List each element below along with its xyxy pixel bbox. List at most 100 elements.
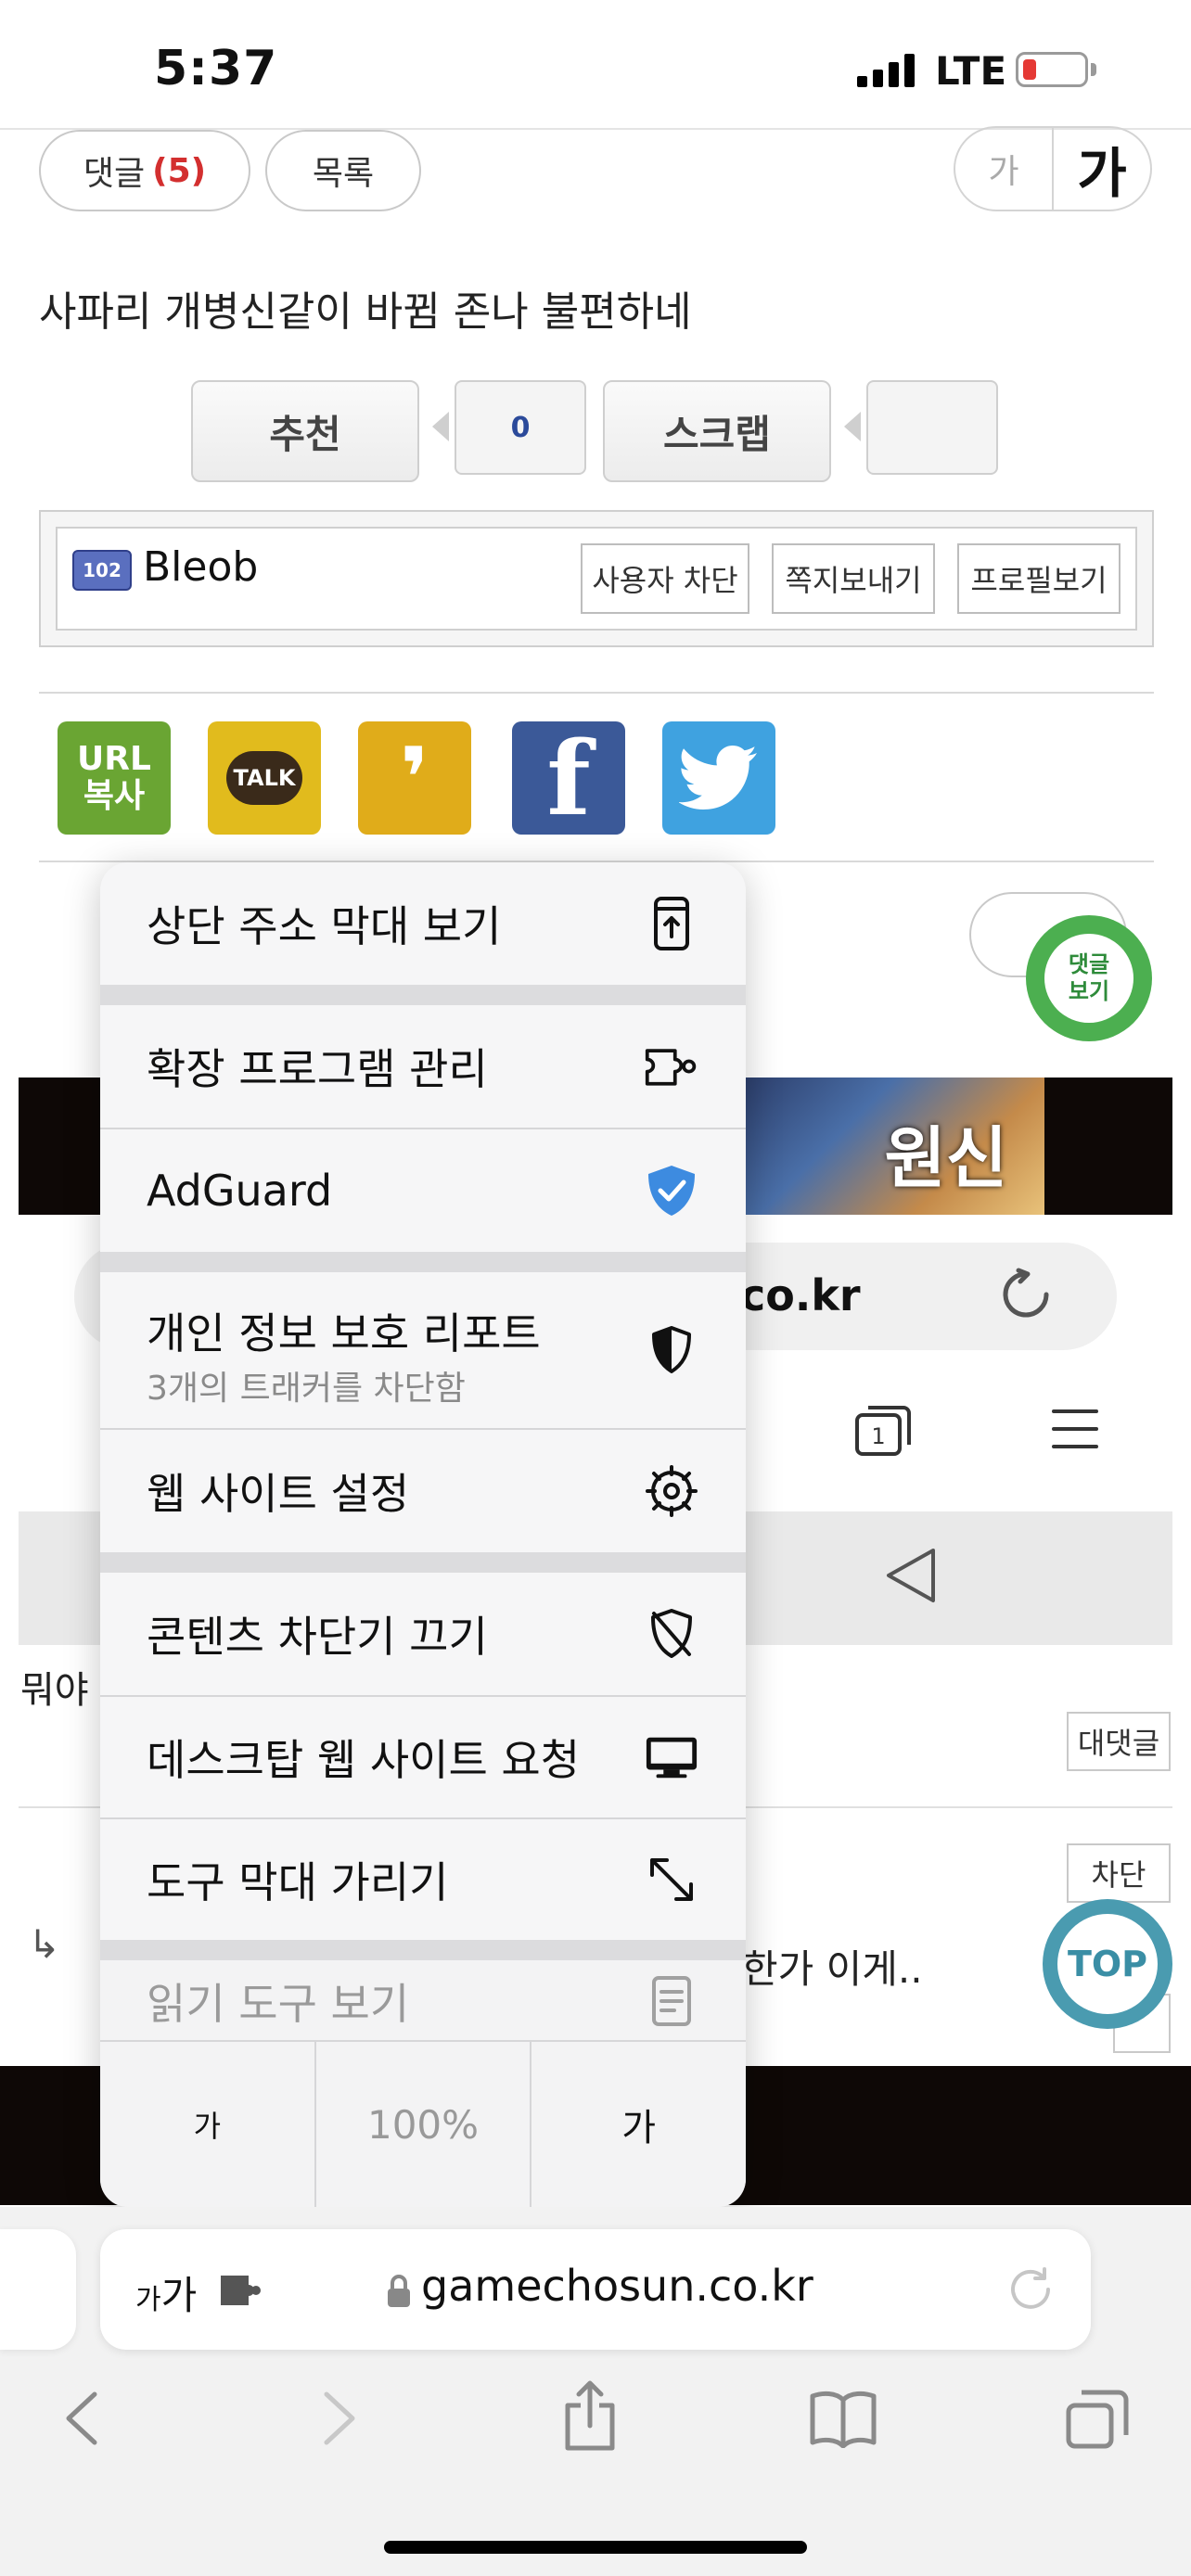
menu-item-adguard[interactable]: AdGuard: [100, 1129, 746, 1252]
menu-item-manage-extensions[interactable]: 확장 프로그램 관리: [100, 1005, 746, 1128]
hamburger-menu-icon[interactable]: [1052, 1406, 1098, 1456]
comment-fab-line2: 보기: [1068, 978, 1110, 1004]
svg-text:1: 1: [871, 1423, 885, 1449]
facebook-share-button[interactable]: f: [512, 719, 625, 838]
forward-icon[interactable]: [319, 2389, 360, 2452]
menu-item-website-settings[interactable]: 웹 사이트 설정: [100, 1430, 746, 1552]
aa-large: 가: [160, 2273, 198, 2318]
comment-view-fab[interactable]: 댓글 보기: [1026, 915, 1152, 1041]
recommend-count: 0: [455, 380, 586, 475]
kakaotalk-share-button[interactable]: TALK: [208, 721, 321, 835]
menu-gap: [100, 1940, 746, 1960]
scrap-button[interactable]: 스크랩: [603, 380, 831, 482]
menu-item-label: 콘텐츠 차단기 끄기: [147, 1612, 488, 1662]
view-profile-button[interactable]: 프로필보기: [957, 543, 1121, 614]
battery-icon: [1016, 52, 1088, 87]
talk-bubble-icon: TALK: [226, 751, 302, 805]
menu-item-label: 확장 프로그램 관리: [147, 1044, 488, 1094]
address-url: gamechosun.co.kr: [421, 2261, 813, 2311]
game-ad-banner[interactable]: 원신: [742, 1078, 1044, 1215]
network-label: LTE: [935, 48, 1007, 94]
font-small-button[interactable]: 가: [955, 128, 1054, 210]
url-copy-line2: 복사: [83, 777, 146, 815]
menu-gap: [100, 1252, 746, 1272]
back-icon[interactable]: [61, 2389, 102, 2452]
menu-gap: [100, 1552, 746, 1573]
zoom-controls: 가 100% 가: [100, 2042, 746, 2207]
scroll-top-fab[interactable]: TOP: [1043, 1899, 1172, 2029]
status-time: 5:37: [154, 41, 278, 96]
comment-text: 뭐야: [20, 1669, 89, 1712]
scrap-label: 스크랩: [663, 411, 771, 457]
comment-fab-line1: 댓글: [1068, 951, 1110, 978]
extension-puzzle-icon: [644, 1039, 699, 1094]
comment-text: 한가 이게..: [742, 1946, 923, 1992]
menu-item-sublabel: 3개의 트래커를 차단함: [147, 1370, 466, 1408]
send-message-button[interactable]: 쪽지보내기: [772, 543, 935, 614]
menu-item-hide-toolbar[interactable]: 도구 막대 가리기: [100, 1819, 746, 1940]
menu-item-label: 상단 주소 막대 보기: [147, 901, 502, 951]
kakaostory-share-button[interactable]: ❜: [358, 721, 471, 835]
comment-button[interactable]: 댓글 (5): [39, 130, 250, 211]
page-settings-button[interactable]: 가가: [135, 2264, 197, 2321]
block-comment-button[interactable]: 차단: [1067, 1843, 1171, 1903]
zoom-out-button[interactable]: 가: [100, 2042, 316, 2207]
extension-puzzle-icon: [219, 2272, 263, 2313]
expand-arrows-icon: [644, 1852, 699, 1907]
url-copy-line1: URL: [77, 740, 151, 779]
arrow-decor: [432, 412, 449, 441]
reload-icon[interactable]: [998, 1267, 1054, 1326]
tabs-icon[interactable]: 1: [853, 1402, 913, 1461]
tabs-overview-icon[interactable]: [1065, 2389, 1130, 2454]
inpage-url-text: co.kr: [740, 1270, 861, 1320]
reload-icon[interactable]: [1007, 2266, 1054, 2316]
comment-view-fab-inner: 댓글 보기: [1044, 934, 1133, 1023]
menu-item-label: 개인 정보 보호 리포트: [147, 1308, 541, 1358]
back-triangle-icon[interactable]: [885, 1547, 937, 1608]
signal-icon: [857, 52, 922, 87]
page-menu-popup: 상단 주소 막대 보기 확장 프로그램 관리 AdGuard 개인 정보 보호 …: [100, 862, 746, 2207]
reader-icon: [644, 1973, 699, 2029]
post-body: 사파리 개병신같이 바뀜 존나 불편하네: [39, 288, 692, 336]
url-copy-button[interactable]: URL 복사: [58, 721, 171, 835]
privacy-shield-icon: [644, 1322, 699, 1378]
menu-item-label: AdGuard: [147, 1166, 333, 1216]
aa-small: 가: [135, 2284, 161, 2316]
zoom-in-button[interactable]: 가: [531, 2042, 746, 2207]
lock-icon: [386, 2274, 412, 2313]
adguard-shield-icon: [644, 1163, 699, 1218]
reply-arrow-icon: ↳: [28, 1921, 61, 1967]
list-button[interactable]: 목록: [265, 130, 421, 211]
twitter-share-button[interactable]: [662, 721, 775, 835]
font-size-toggle: 가 가: [954, 126, 1152, 211]
desktop-icon: [644, 1729, 699, 1785]
font-large-button[interactable]: 가: [1054, 128, 1150, 210]
recommend-button[interactable]: 추천: [191, 380, 419, 482]
menu-item-request-desktop-site[interactable]: 데스크탑 웹 사이트 요청: [100, 1697, 746, 1817]
menu-item-label: 도구 막대 가리기: [147, 1857, 449, 1907]
share-icon[interactable]: [560, 2379, 620, 2457]
menu-item-label: 데스크탑 웹 사이트 요청: [147, 1735, 581, 1785]
previous-tab-edge[interactable]: [0, 2229, 76, 2350]
username[interactable]: Bleob: [143, 543, 258, 591]
block-user-button[interactable]: 사용자 차단: [581, 543, 749, 614]
divider: [39, 692, 1154, 694]
menu-item-disable-content-blockers[interactable]: 콘텐츠 차단기 끄기: [100, 1573, 746, 1695]
menu-item-show-reader: 읽기 도구 보기: [100, 1960, 746, 2042]
menu-item-show-top-address-bar[interactable]: 상단 주소 막대 보기: [100, 862, 746, 985]
menu-item-privacy-report[interactable]: 개인 정보 보호 리포트 3개의 트래커를 차단함: [100, 1272, 746, 1428]
menu-item-label: 웹 사이트 설정: [147, 1469, 410, 1519]
bookmarks-icon[interactable]: [809, 2389, 877, 2452]
zoom-level[interactable]: 100%: [316, 2042, 532, 2207]
reply-button[interactable]: 대댓글: [1067, 1712, 1171, 1771]
home-indicator: [384, 2541, 807, 2554]
recommend-label: 추천: [269, 411, 341, 457]
comma-icon: ❜: [400, 729, 429, 827]
comment-button-label: 댓글: [83, 155, 146, 193]
address-bar-top-icon: [644, 896, 699, 951]
arrow-decor: [844, 412, 861, 441]
shield-slash-icon: [644, 1606, 699, 1662]
menu-item-label: 읽기 도구 보기: [147, 1979, 410, 2029]
gear-icon: [644, 1463, 699, 1519]
user-level-icon: 102: [72, 550, 132, 591]
